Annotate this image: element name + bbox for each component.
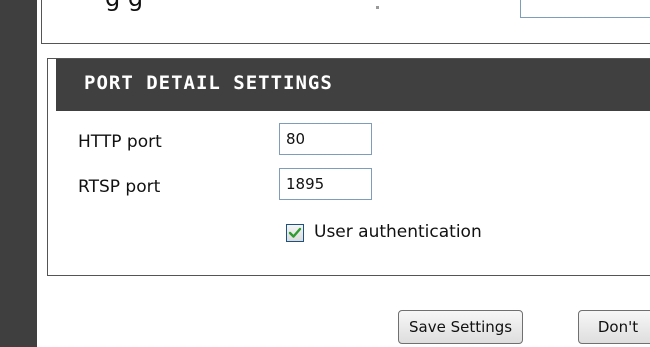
http-port-input[interactable] bbox=[279, 123, 372, 155]
cut-off-heading-text: g g bbox=[105, 0, 143, 12]
decorative-dot bbox=[376, 6, 379, 9]
left-sidebar-strip bbox=[0, 0, 37, 347]
save-settings-button[interactable]: Save Settings bbox=[398, 310, 524, 344]
http-port-label: HTTP port bbox=[78, 132, 162, 152]
page: g g PORT DETAIL SETTINGS HTTP port RTSP … bbox=[0, 0, 650, 347]
panel-header: PORT DETAIL SETTINGS bbox=[56, 59, 650, 111]
port-detail-settings-panel: PORT DETAIL SETTINGS bbox=[47, 58, 650, 276]
rtsp-port-input[interactable] bbox=[279, 168, 372, 200]
rtsp-port-label: RTSP port bbox=[78, 177, 161, 197]
user-authentication-label: User authentication bbox=[314, 222, 482, 242]
panel-title: PORT DETAIL SETTINGS bbox=[84, 72, 333, 94]
checkmark-icon bbox=[288, 227, 302, 238]
dont-save-button[interactable]: Don't bbox=[578, 310, 650, 344]
user-authentication-checkbox[interactable] bbox=[286, 224, 304, 242]
cut-off-input-field[interactable] bbox=[520, 0, 650, 18]
